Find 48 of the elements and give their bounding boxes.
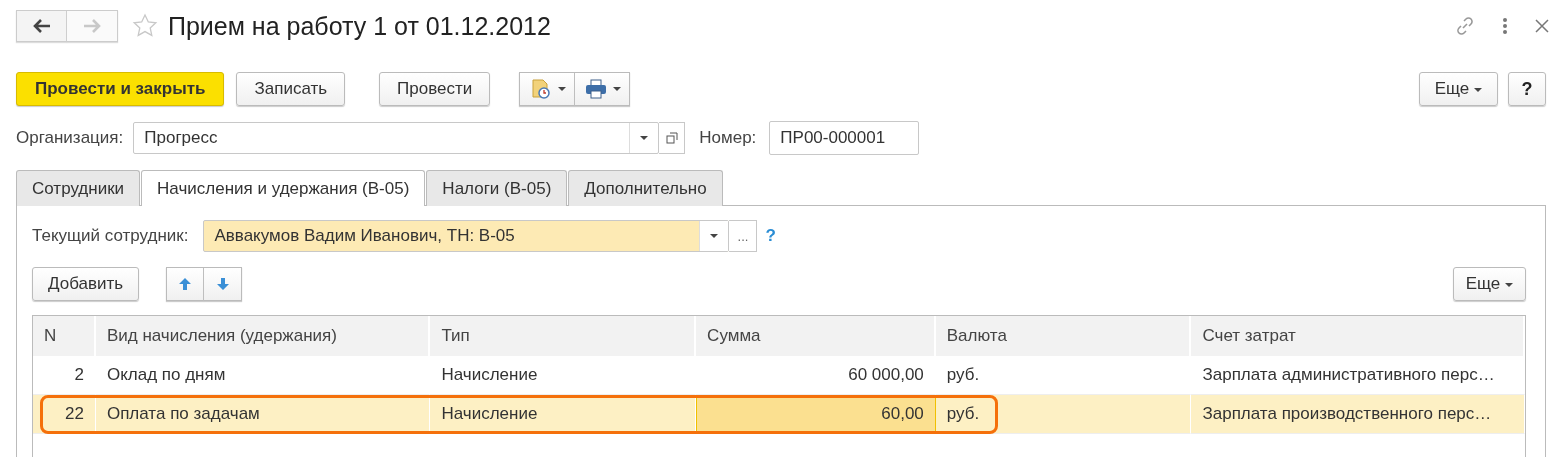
add-button[interactable]: Добавить [32, 267, 140, 301]
arrow-up-icon [178, 277, 193, 291]
column-header[interactable]: Сумма [696, 316, 936, 356]
star-icon[interactable] [132, 13, 158, 39]
tab[interactable]: Сотрудники [16, 170, 141, 206]
column-header[interactable]: Вид начисления (удержания) [95, 316, 431, 356]
window-title: Прием на работу 1 от 01.12.2012 [168, 11, 551, 41]
tab[interactable]: Налоги (В-05) [426, 170, 568, 206]
help-button[interactable]: ? [1508, 72, 1546, 106]
column-header[interactable]: Тип [430, 316, 697, 356]
link-icon[interactable] [1454, 15, 1476, 37]
table-cell: Зарплата производственного перс… [1191, 395, 1525, 434]
table-cell: руб. [935, 395, 1192, 434]
number-label: Номер: [699, 128, 757, 148]
organization-label: Организация: [16, 128, 124, 148]
table-cell: 60 000,00 [696, 356, 936, 395]
open-icon[interactable] [659, 122, 686, 154]
move-down-button[interactable] [204, 267, 243, 301]
employee-field[interactable]: Аввакумов Вадим Иванович, ТН: В-05 [203, 220, 730, 252]
more-button[interactable]: Еще [1418, 72, 1498, 106]
tab[interactable]: Дополнительно [568, 170, 723, 206]
document-menu-button[interactable] [519, 72, 576, 106]
arrow-left-icon [32, 19, 51, 33]
tab[interactable]: Начисления и удержания (В-05) [141, 170, 426, 206]
more-button[interactable]: Еще [1452, 267, 1526, 301]
organization-field[interactable]: Прогресс [133, 122, 660, 154]
column-header[interactable]: Валюта [935, 316, 1192, 356]
move-up-button[interactable] [166, 267, 205, 301]
printer-icon [585, 79, 608, 99]
close-icon[interactable] [1534, 18, 1550, 34]
column-header[interactable]: N [33, 316, 96, 356]
table-cell: Оклад по дням [95, 356, 431, 395]
employee-label: Текущий сотрудник: [32, 226, 189, 246]
document-clock-icon [530, 78, 553, 100]
table-cell: Начисление [430, 356, 697, 395]
arrow-right-icon [83, 19, 101, 33]
more-icon[interactable] [1502, 17, 1508, 35]
number-field[interactable]: ПР00-000001 [769, 121, 920, 155]
help-link[interactable]: ? [765, 226, 776, 246]
toolbar-button[interactable]: Провести [379, 72, 491, 106]
toolbar-button[interactable]: Записать [236, 72, 346, 106]
column-header[interactable]: Счет затрат [1191, 316, 1525, 356]
arrow-down-icon [215, 277, 230, 291]
post-and-close-button[interactable]: Провести и закрыть [16, 72, 225, 106]
back-button[interactable] [16, 10, 67, 42]
select-button[interactable]: ... [729, 220, 758, 252]
print-menu-button[interactable] [575, 72, 631, 106]
table-row[interactable]: 22 Оплата по задачам Начисление 60,00 руб. Зарплата производственного перс… [33, 395, 1525, 434]
